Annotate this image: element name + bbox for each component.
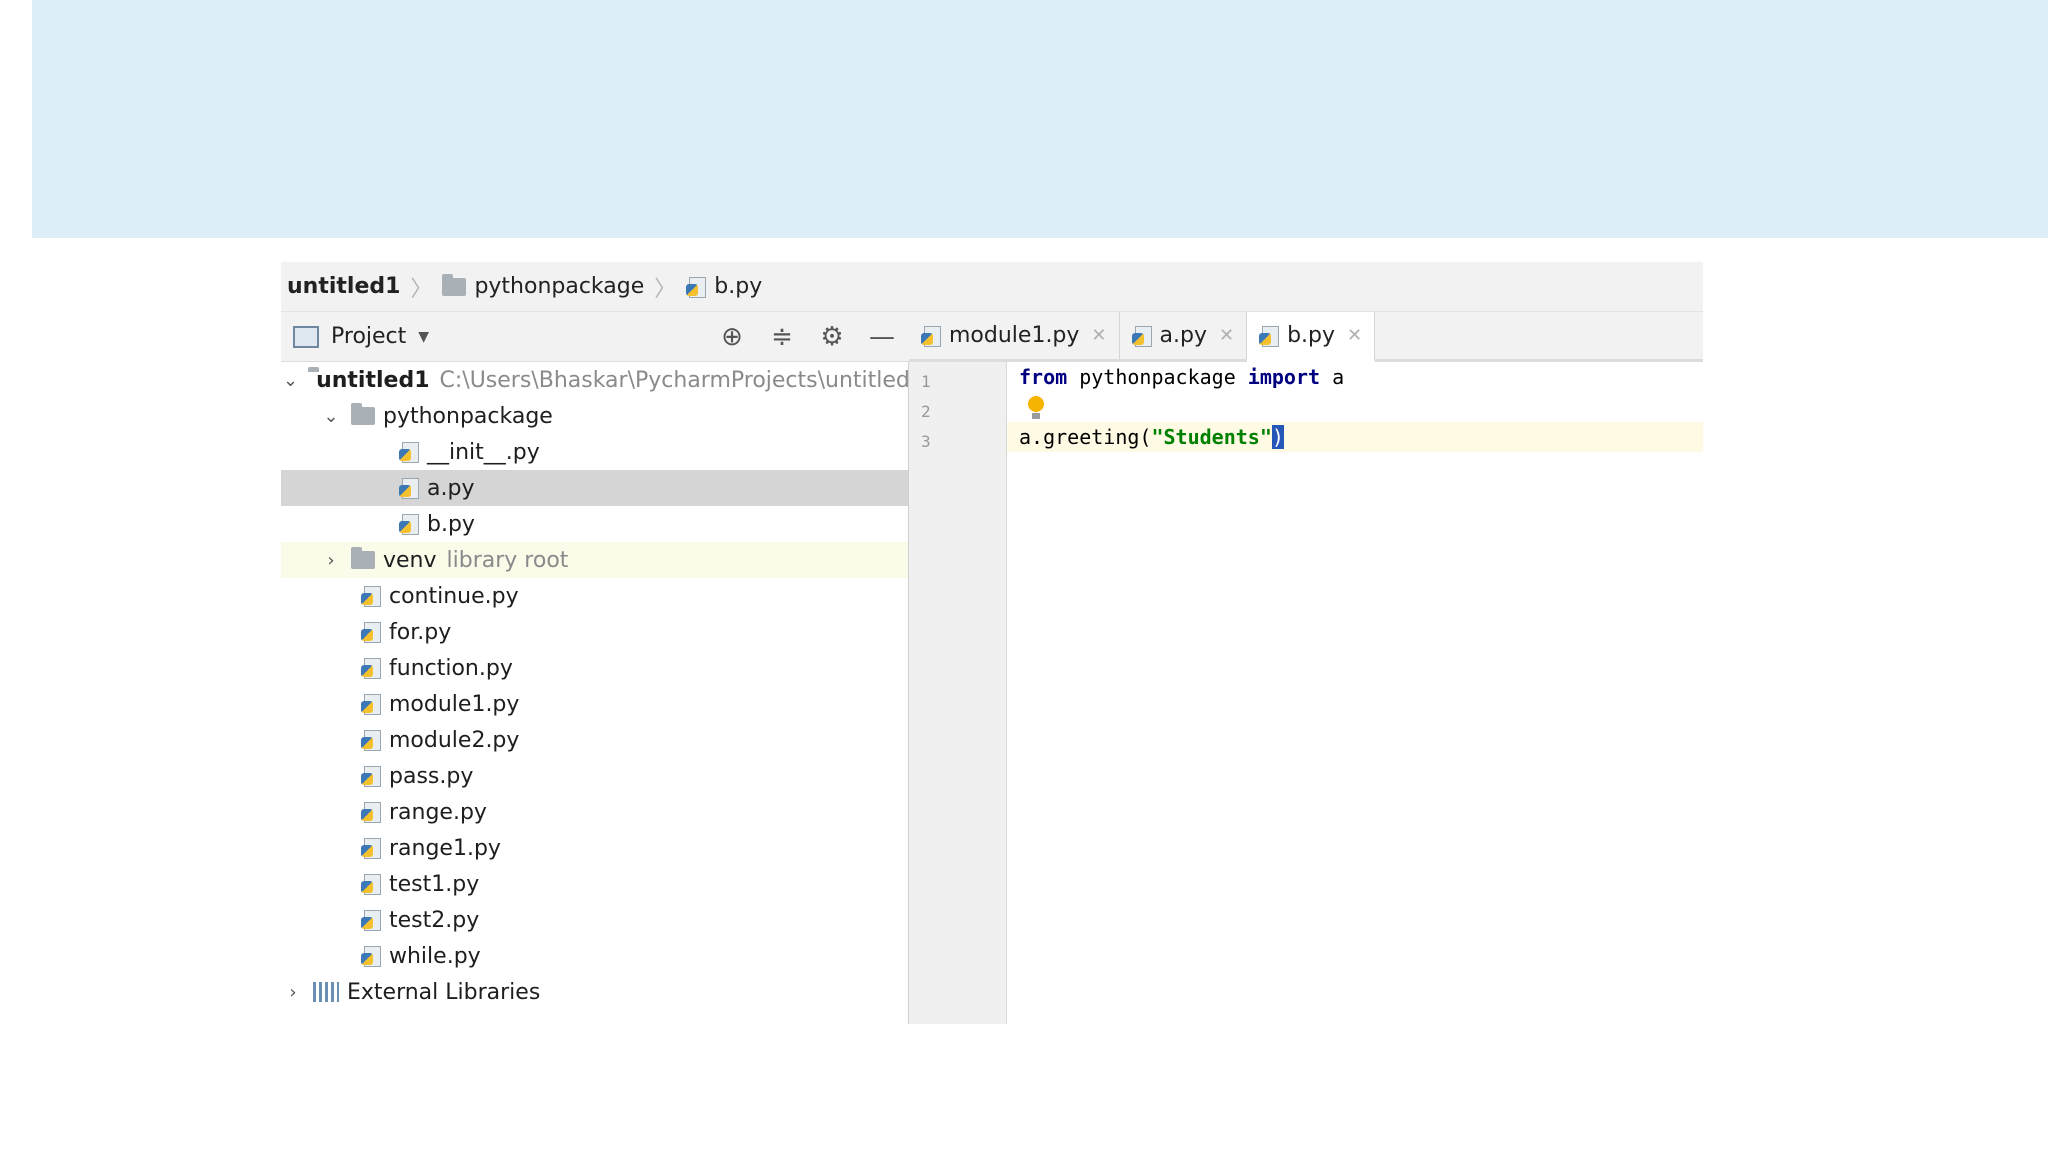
python-file-icon	[1131, 325, 1154, 347]
python-file-icon	[361, 801, 383, 823]
python-file-icon	[361, 729, 383, 751]
chevron-right-icon[interactable]: ›	[283, 982, 303, 1003]
python-file-icon	[361, 765, 383, 787]
python-file-icon	[399, 513, 421, 535]
code-line-current[interactable]: a.greeting("Students")	[1007, 422, 1703, 452]
tree-file[interactable]: range1.py	[281, 830, 908, 866]
tab-module1[interactable]: module1.py ✕	[909, 312, 1120, 359]
locate-file-icon[interactable]: ⊕	[717, 322, 747, 352]
close-icon[interactable]: ✕	[1219, 325, 1234, 346]
code-line[interactable]: from pythonpackage import a	[1007, 362, 1703, 392]
collapse-all-icon[interactable]: ≑	[767, 322, 797, 352]
tree-file[interactable]: test2.py	[281, 902, 908, 938]
tree-root-untitled1[interactable]: ⌄ untitled1 C:\Users\Bhaskar\PycharmProj…	[281, 362, 909, 398]
python-file-icon	[361, 837, 383, 859]
tree-folder-venv[interactable]: › venv library root	[281, 542, 908, 578]
chevron-right-icon[interactable]: ›	[321, 550, 341, 571]
folder-icon	[351, 403, 375, 425]
tree-file[interactable]: b.py	[281, 506, 908, 542]
code-editor[interactable]: from pythonpackage import a a.greeting("…	[1007, 362, 1703, 1024]
project-path: C:\Users\Bhaskar\PycharmProjects\untitle…	[439, 367, 909, 393]
python-file-icon	[399, 477, 421, 499]
breadcrumb-separator: 〉	[410, 276, 433, 302]
slide-header-banner	[32, 0, 2048, 238]
tree-file[interactable]: continue.py	[281, 578, 908, 614]
breadcrumb: untitled1 〉 pythonpackage 〉 b.py	[281, 262, 1703, 312]
breadcrumb-file[interactable]: b.py	[686, 274, 762, 299]
tree-file[interactable]: range.py	[281, 794, 908, 830]
python-file-icon	[921, 325, 943, 347]
tree-file[interactable]: test1.py	[281, 866, 908, 902]
python-file-icon	[361, 945, 383, 967]
tree-file[interactable]: function.py	[281, 650, 908, 686]
bracket-highlight: )	[1271, 425, 1284, 449]
python-file-icon	[361, 693, 383, 715]
hide-panel-icon[interactable]: —	[867, 322, 897, 352]
line-number: 1	[921, 372, 931, 391]
lightbulb-icon[interactable]	[1027, 396, 1045, 422]
breadcrumb-folder[interactable]: pythonpackage	[442, 273, 644, 299]
chevron-down-icon[interactable]: ⌄	[321, 406, 341, 427]
editor-tabs: module1.py ✕ a.py ✕ b.py ✕	[909, 312, 1703, 362]
tree-file[interactable]: __init__.py	[281, 434, 908, 470]
tree-file-selected[interactable]: a.py	[281, 470, 908, 506]
tree-file[interactable]: for.py	[281, 614, 908, 650]
tab-b[interactable]: b.py ✕	[1247, 312, 1376, 362]
tree-file[interactable]: module2.py	[281, 722, 908, 758]
editor-gutter: 1 2 3	[909, 362, 1007, 1024]
breadcrumb-root[interactable]: untitled1	[287, 274, 400, 299]
breadcrumb-separator: 〉	[654, 276, 677, 302]
tree-file[interactable]: pass.py	[281, 758, 908, 794]
folder-icon	[442, 273, 467, 296]
python-file-icon	[361, 873, 383, 895]
gear-icon[interactable]: ⚙	[817, 322, 847, 352]
chevron-down-icon[interactable]: ⌄	[283, 370, 298, 391]
close-icon[interactable]: ✕	[1347, 325, 1362, 346]
tab-a[interactable]: a.py ✕	[1120, 312, 1248, 359]
python-file-icon	[1259, 325, 1281, 347]
tree-external-libraries[interactable]: › External Libraries	[281, 974, 908, 1010]
project-panel-icon	[293, 325, 319, 348]
project-panel-header: Project ▼ ⊕ ≑ ⚙ —	[281, 312, 909, 362]
python-file-icon	[361, 585, 383, 607]
libraries-icon	[313, 982, 339, 1002]
tree-file[interactable]: while.py	[281, 938, 908, 974]
project-tree: ⌄ untitled1 C:\Users\Bhaskar\PycharmProj…	[281, 362, 909, 1024]
close-icon[interactable]: ✕	[1091, 325, 1106, 346]
tree-file[interactable]: module1.py	[281, 686, 908, 722]
folder-icon	[351, 547, 375, 569]
library-root-hint: library root	[446, 547, 569, 573]
python-file-icon	[399, 441, 421, 463]
python-file-icon	[361, 909, 383, 931]
python-file-icon	[361, 657, 383, 679]
pycharm-window: untitled1 〉 pythonpackage 〉 b.py Project…	[281, 262, 1703, 1024]
project-view-selector[interactable]: Project	[331, 324, 406, 349]
python-file-icon	[686, 276, 708, 298]
chevron-down-icon[interactable]: ▼	[418, 329, 429, 345]
tree-folder-pythonpackage[interactable]: ⌄ pythonpackage	[281, 398, 908, 434]
python-file-icon	[361, 621, 383, 643]
line-number: 3	[921, 432, 931, 451]
line-number: 2	[921, 402, 931, 421]
